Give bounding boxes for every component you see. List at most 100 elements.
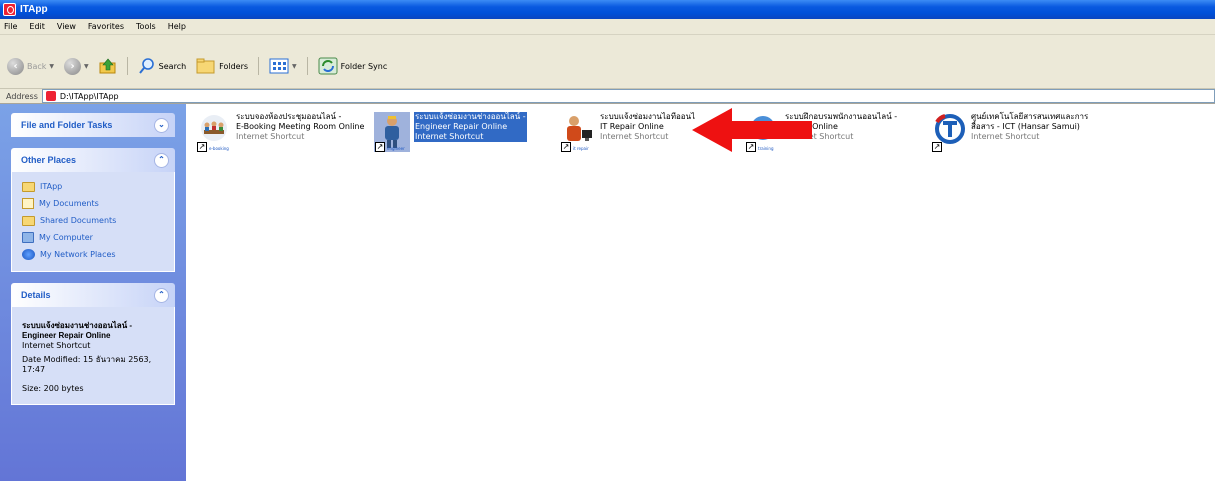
forward-button[interactable]: › ▼ bbox=[61, 55, 92, 77]
forward-arrow-icon: › bbox=[64, 57, 82, 75]
file-type: Internet Shortcut bbox=[971, 132, 1040, 141]
place-itapp[interactable]: ITApp bbox=[22, 178, 164, 195]
chevron-down-icon: ▼ bbox=[292, 62, 297, 70]
details-panel: Details ⌃ ระบบแจ้งซ่อมงานช่างออนไลน์ - E… bbox=[11, 283, 175, 405]
file-item-engineer-repair[interactable]: ↗ engineer ระบบแจ้งซ่อมงานช่างออนไลน์ - … bbox=[374, 112, 527, 156]
file-name-line2: IT Repair Online bbox=[600, 122, 664, 131]
file-name-line1: ศูนย์เทคโนโลยีสารสนเทศและการ bbox=[971, 112, 1089, 121]
details-type: Internet Shortcut bbox=[22, 341, 91, 350]
task-pane: File and Folder Tasks ⌄ Other Places ⌃ I… bbox=[0, 104, 186, 481]
file-thumbnail: ↗ bbox=[931, 112, 967, 152]
shortcut-arrow-icon: ↗ bbox=[197, 142, 207, 152]
folders-icon bbox=[196, 58, 215, 74]
itapp-icon bbox=[45, 91, 56, 101]
file-type: Internet Shortcut bbox=[415, 132, 484, 141]
thumbnail-tag: engineer bbox=[387, 146, 405, 151]
file-name-line2: Engineer Repair Online bbox=[415, 122, 508, 131]
file-type: Internet Shortcut bbox=[600, 132, 669, 141]
views-button[interactable]: ▼ bbox=[266, 55, 300, 77]
file-name-line1: ระบบแจ้งซ่อมงานไอทีออนไ bbox=[600, 112, 696, 121]
views-grid-icon bbox=[269, 58, 289, 74]
file-folder-tasks-panel: File and Folder Tasks ⌄ bbox=[11, 113, 175, 137]
file-thumbnail: ↗ engineer bbox=[374, 112, 410, 152]
toolbar-separator bbox=[258, 57, 260, 75]
file-item-ict[interactable]: ↗ ศูนย์เทคโนโลยีสารสนเทศและการ สื่อสาร -… bbox=[931, 112, 1088, 156]
address-field[interactable]: D:\ITApp\ITApp bbox=[41, 89, 1215, 103]
menu-favorites[interactable]: Favorites bbox=[88, 22, 124, 31]
panel-title: Other Places bbox=[21, 155, 77, 165]
file-label: ระบบแจ้งซ่อมงานไอทีออนไ IT Repair Online… bbox=[600, 112, 695, 156]
expand-chevron-icon[interactable]: ⌄ bbox=[154, 117, 169, 133]
chevron-down-icon: ▼ bbox=[84, 62, 89, 70]
address-value: D:\ITApp\ITApp bbox=[59, 91, 119, 101]
file-item-it-repair[interactable]: ↗ it repair ระบบแจ้งซ่อมงานไอทีออนไ IT R… bbox=[560, 112, 695, 156]
collapse-chevron-icon[interactable]: ⌃ bbox=[154, 152, 169, 168]
file-name-line2: E-Booking Meeting Room Online bbox=[236, 122, 365, 131]
details-header[interactable]: Details ⌃ bbox=[11, 283, 175, 307]
search-icon bbox=[138, 58, 154, 74]
thumbnail-tag: it repair bbox=[573, 146, 589, 151]
file-label: ระบบแจ้งซ่อมงานช่างออนไลน์ - Engineer Re… bbox=[414, 112, 527, 142]
search-button[interactable]: Search bbox=[135, 55, 189, 77]
shortcut-arrow-icon: ↗ bbox=[375, 142, 385, 152]
file-label: ระบบจองห้องประชุมออนไลน์ - E-Booking Mee… bbox=[236, 112, 364, 156]
file-type: Internet Shortcut bbox=[236, 132, 305, 141]
computer-icon bbox=[22, 232, 34, 243]
details-name-line1: ระบบแจ้งซ่อมงานช่างออนไลน์ - bbox=[22, 321, 133, 330]
file-thumbnail: ↗ e-booking bbox=[196, 112, 232, 152]
file-label: ศูนย์เทคโนโลยีสารสนเทศและการ สื่อสาร - I… bbox=[971, 112, 1088, 156]
shortcut-arrow-icon: ↗ bbox=[932, 142, 942, 152]
search-label: Search bbox=[158, 61, 187, 71]
folder-sync-label: Folder Sync bbox=[340, 61, 388, 71]
chevron-down-icon: ▼ bbox=[49, 62, 55, 70]
toolbar-separator bbox=[306, 57, 308, 75]
address-label: Address bbox=[6, 91, 38, 101]
panel-title: Details bbox=[21, 290, 51, 300]
collapse-chevron-icon[interactable]: ⌃ bbox=[154, 287, 169, 303]
file-name-line2: สื่อสาร - ICT (Hansar Samui) bbox=[971, 122, 1080, 131]
back-button[interactable]: ‹ Back ▼ bbox=[4, 55, 57, 77]
place-my-network-places[interactable]: My Network Places bbox=[22, 246, 164, 263]
place-my-documents[interactable]: My Documents bbox=[22, 195, 164, 212]
window-title: ITApp bbox=[20, 4, 48, 15]
file-name-line1: ระบบจองห้องประชุมออนไลน์ - bbox=[236, 112, 342, 121]
app-icon bbox=[3, 3, 16, 16]
red-arrow-annotation bbox=[692, 108, 812, 152]
other-places-panel: Other Places ⌃ ITApp My Documents Shared… bbox=[11, 148, 175, 272]
toolbar: ‹ Back ▼ › ▼ Search Folders ▼ Folder Syn… bbox=[0, 35, 1215, 89]
back-arrow-icon: ‹ bbox=[7, 57, 24, 75]
details-modified: Date Modified: 15 ธันวาคม 2563, 17:47 bbox=[22, 355, 152, 374]
address-bar: Address D:\ITApp\ITApp bbox=[0, 89, 1215, 104]
up-folder-icon bbox=[99, 58, 116, 74]
menu-tools[interactable]: Tools bbox=[136, 22, 156, 31]
menu-edit[interactable]: Edit bbox=[29, 22, 45, 31]
menu-bar: File Edit View Favorites Tools Help bbox=[0, 19, 1215, 35]
title-bar[interactable]: ITApp bbox=[0, 0, 1215, 19]
folders-label: Folders bbox=[219, 61, 249, 71]
file-folder-tasks-header[interactable]: File and Folder Tasks ⌄ bbox=[11, 113, 175, 137]
place-my-computer[interactable]: My Computer bbox=[22, 229, 164, 246]
file-name-line1: ระบบแจ้งซ่อมงานช่างออนไลน์ - bbox=[415, 112, 526, 121]
details-name-line2: Engineer Repair Online bbox=[22, 331, 111, 340]
menu-help[interactable]: Help bbox=[168, 22, 186, 31]
file-thumbnail: ↗ it repair bbox=[560, 112, 596, 152]
folder-sync-icon bbox=[318, 57, 338, 75]
shared-folder-icon bbox=[22, 215, 35, 226]
shortcut-arrow-icon: ↗ bbox=[561, 142, 571, 152]
up-folder-button[interactable] bbox=[96, 55, 120, 77]
panel-title: File and Folder Tasks bbox=[21, 120, 113, 130]
menu-view[interactable]: View bbox=[57, 22, 76, 31]
place-label: My Computer bbox=[39, 233, 93, 242]
file-item-e-booking[interactable]: ↗ e-booking ระบบจองห้องประชุมออนไลน์ - E… bbox=[196, 112, 364, 156]
folder-sync-button[interactable]: Folder Sync bbox=[315, 55, 391, 77]
place-shared-documents[interactable]: Shared Documents bbox=[22, 212, 164, 229]
place-label: Shared Documents bbox=[40, 216, 117, 225]
place-label: My Documents bbox=[39, 199, 99, 208]
menu-file[interactable]: File bbox=[4, 22, 17, 31]
other-places-header[interactable]: Other Places ⌃ bbox=[11, 148, 175, 172]
network-icon bbox=[22, 249, 35, 260]
toolbar-separator bbox=[126, 57, 128, 75]
my-documents-icon bbox=[22, 198, 34, 209]
details-body: ระบบแจ้งซ่อมงานช่างออนไลน์ - Engineer Re… bbox=[11, 307, 175, 405]
folders-button[interactable]: Folders bbox=[193, 55, 251, 77]
